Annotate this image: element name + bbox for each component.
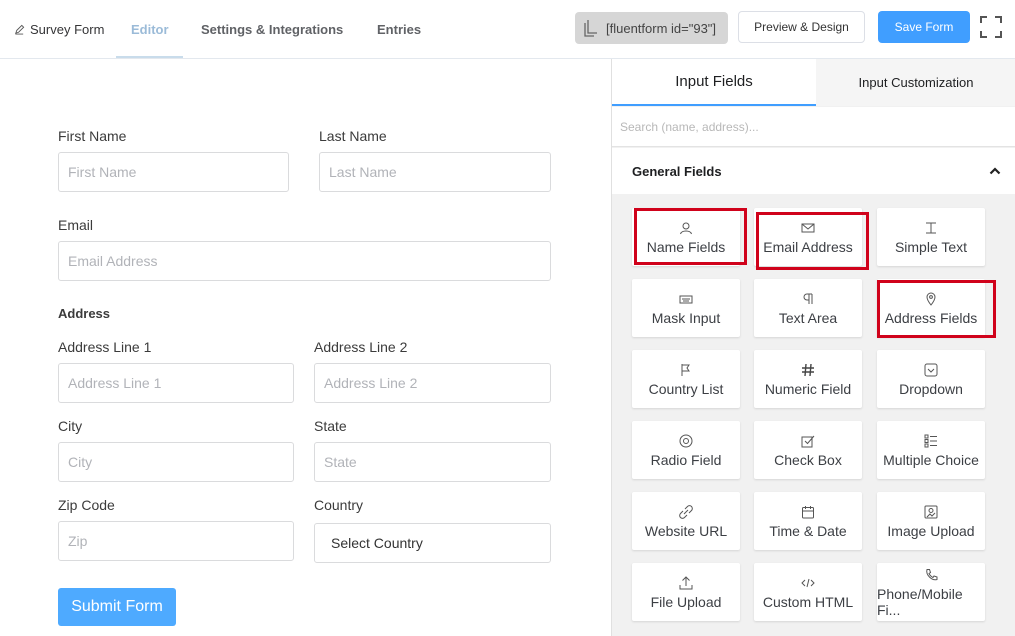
- radio-icon: [678, 433, 694, 449]
- tab-input-customization[interactable]: Input Customization: [816, 59, 1015, 106]
- field-country-list[interactable]: Country List: [632, 350, 740, 408]
- field-label: Check Box: [774, 451, 842, 468]
- field-mask-input[interactable]: Mask Input: [632, 279, 740, 337]
- city-label: City: [58, 418, 83, 434]
- form-name: Survey Form: [30, 22, 105, 37]
- link-icon: [678, 504, 694, 520]
- upload-icon: [678, 575, 694, 591]
- general-fields-header[interactable]: General Fields: [612, 148, 1015, 194]
- top-bar: Survey Form Editor Settings & Integratio…: [0, 0, 1015, 59]
- field-label: Mask Input: [651, 309, 721, 326]
- field-phone-mobile[interactable]: Phone/Mobile Fi...: [877, 563, 985, 621]
- first-name-input[interactable]: First Name: [58, 152, 289, 192]
- list-icon: [923, 433, 939, 449]
- phone-icon: [923, 567, 939, 583]
- save-form-button[interactable]: Save Form: [878, 11, 970, 43]
- field-label: Radio Field: [650, 451, 722, 468]
- address-line1-label: Address Line 1: [58, 339, 152, 355]
- field-label: Multiple Choice: [883, 451, 979, 468]
- highlight-email-address: [756, 212, 869, 270]
- hash-icon: [800, 362, 816, 378]
- field-label: Country List: [648, 380, 724, 397]
- field-check-box[interactable]: Check Box: [754, 421, 862, 479]
- preview-design-button[interactable]: Preview & Design: [738, 11, 865, 43]
- field-custom-html[interactable]: Custom HTML: [754, 563, 862, 621]
- address-line2-input[interactable]: Address Line 2: [314, 363, 551, 403]
- field-text-area[interactable]: Text Area: [754, 279, 862, 337]
- field-label: Phone/Mobile Fi...: [877, 585, 963, 618]
- checkbox-icon: [800, 433, 816, 449]
- breadcrumb[interactable]: Survey Form: [14, 22, 104, 37]
- tab-settings-integrations[interactable]: Settings & Integrations: [201, 22, 343, 37]
- field-numeric-field[interactable]: Numeric Field: [754, 350, 862, 408]
- field-image-upload[interactable]: Image Upload: [877, 492, 985, 550]
- text-cursor-icon: [923, 220, 939, 236]
- field-dropdown[interactable]: Dropdown: [877, 350, 985, 408]
- field-label: Simple Text: [894, 238, 968, 255]
- highlight-address-fields: [877, 280, 996, 338]
- highlight-name-fields: [634, 208, 747, 265]
- field-radio-field[interactable]: Radio Field: [632, 421, 740, 479]
- last-name-input[interactable]: Last Name: [319, 152, 551, 192]
- field-time-date[interactable]: Time & Date: [754, 492, 862, 550]
- field-label: File Upload: [650, 593, 722, 610]
- flag-icon: [678, 362, 694, 378]
- paragraph-icon: [800, 291, 816, 307]
- country-label: Country: [314, 497, 364, 513]
- state-label: State: [314, 418, 347, 434]
- dropdown-icon: [923, 362, 939, 378]
- active-tab-underline: [116, 56, 183, 58]
- shortcode-copy[interactable]: [fluentform id="93"]: [575, 12, 728, 44]
- field-simple-text[interactable]: Simple Text: [877, 208, 985, 266]
- tab-entries[interactable]: Entries: [377, 22, 421, 37]
- zip-input[interactable]: Zip: [58, 521, 294, 561]
- tab-editor[interactable]: Editor: [131, 22, 169, 37]
- code-icon: [800, 575, 816, 591]
- address-line1-input[interactable]: Address Line 1: [58, 363, 294, 403]
- field-file-upload[interactable]: File Upload: [632, 563, 740, 621]
- city-input[interactable]: City: [58, 442, 294, 482]
- email-label: Email: [58, 217, 94, 233]
- field-multiple-choice[interactable]: Multiple Choice: [877, 421, 985, 479]
- first-name-label: First Name: [58, 128, 127, 144]
- field-label: Website URL: [644, 522, 728, 539]
- field-label: Custom HTML: [762, 593, 854, 610]
- address-line2-label: Address Line 2: [314, 339, 408, 355]
- pencil-icon: [15, 24, 25, 35]
- shortcode-text: [fluentform id="93"]: [606, 20, 717, 36]
- field-label: Dropdown: [899, 380, 963, 397]
- tab-input-fields[interactable]: Input Fields: [612, 59, 816, 106]
- fullscreen-icon[interactable]: [980, 16, 1002, 38]
- chevron-up-icon: [989, 167, 1001, 175]
- field-search-input[interactable]: Search (name, address)...: [612, 107, 1015, 147]
- country-select[interactable]: Select Country: [314, 523, 551, 563]
- calendar-icon: [800, 504, 816, 520]
- last-name-label: Last Name: [319, 128, 387, 144]
- field-label: Time & Date: [769, 522, 847, 539]
- submit-form-button[interactable]: Submit Form: [58, 588, 176, 626]
- field-website-url[interactable]: Website URL: [632, 492, 740, 550]
- email-input[interactable]: Email Address: [58, 241, 551, 281]
- field-label: Text Area: [778, 309, 838, 326]
- copy-icon: [584, 20, 597, 37]
- zip-label: Zip Code: [58, 497, 115, 513]
- image-icon: [923, 504, 939, 520]
- keyboard-icon: [678, 291, 694, 307]
- state-input[interactable]: State: [314, 442, 551, 482]
- address-heading: Address: [58, 306, 111, 321]
- field-label: Image Upload: [887, 522, 975, 539]
- general-fields-title: General Fields: [632, 163, 722, 179]
- field-label: Numeric Field: [764, 380, 852, 397]
